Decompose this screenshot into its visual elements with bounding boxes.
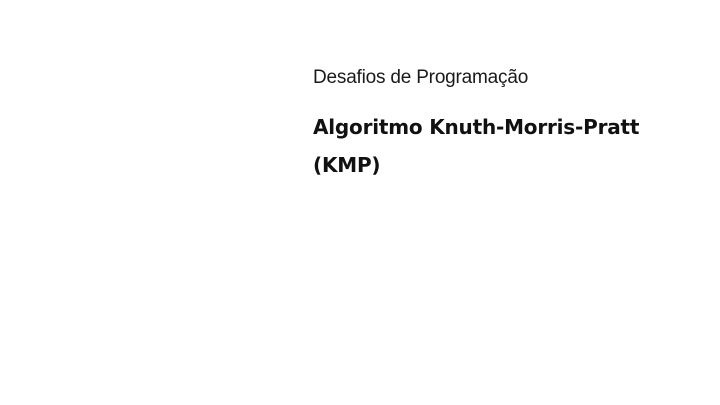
slide-title-line: (KMP) bbox=[313, 153, 381, 177]
slide: Desafios de Programação Algoritmo Knuth-… bbox=[0, 0, 720, 405]
slide-title: Algoritmo Knuth-Morris-Pratt (KMP) bbox=[313, 108, 703, 184]
slide-subtitle: Desafios de Programação bbox=[313, 67, 529, 88]
slide-title-line: Algoritmo Knuth-Morris-Pratt bbox=[313, 115, 640, 139]
